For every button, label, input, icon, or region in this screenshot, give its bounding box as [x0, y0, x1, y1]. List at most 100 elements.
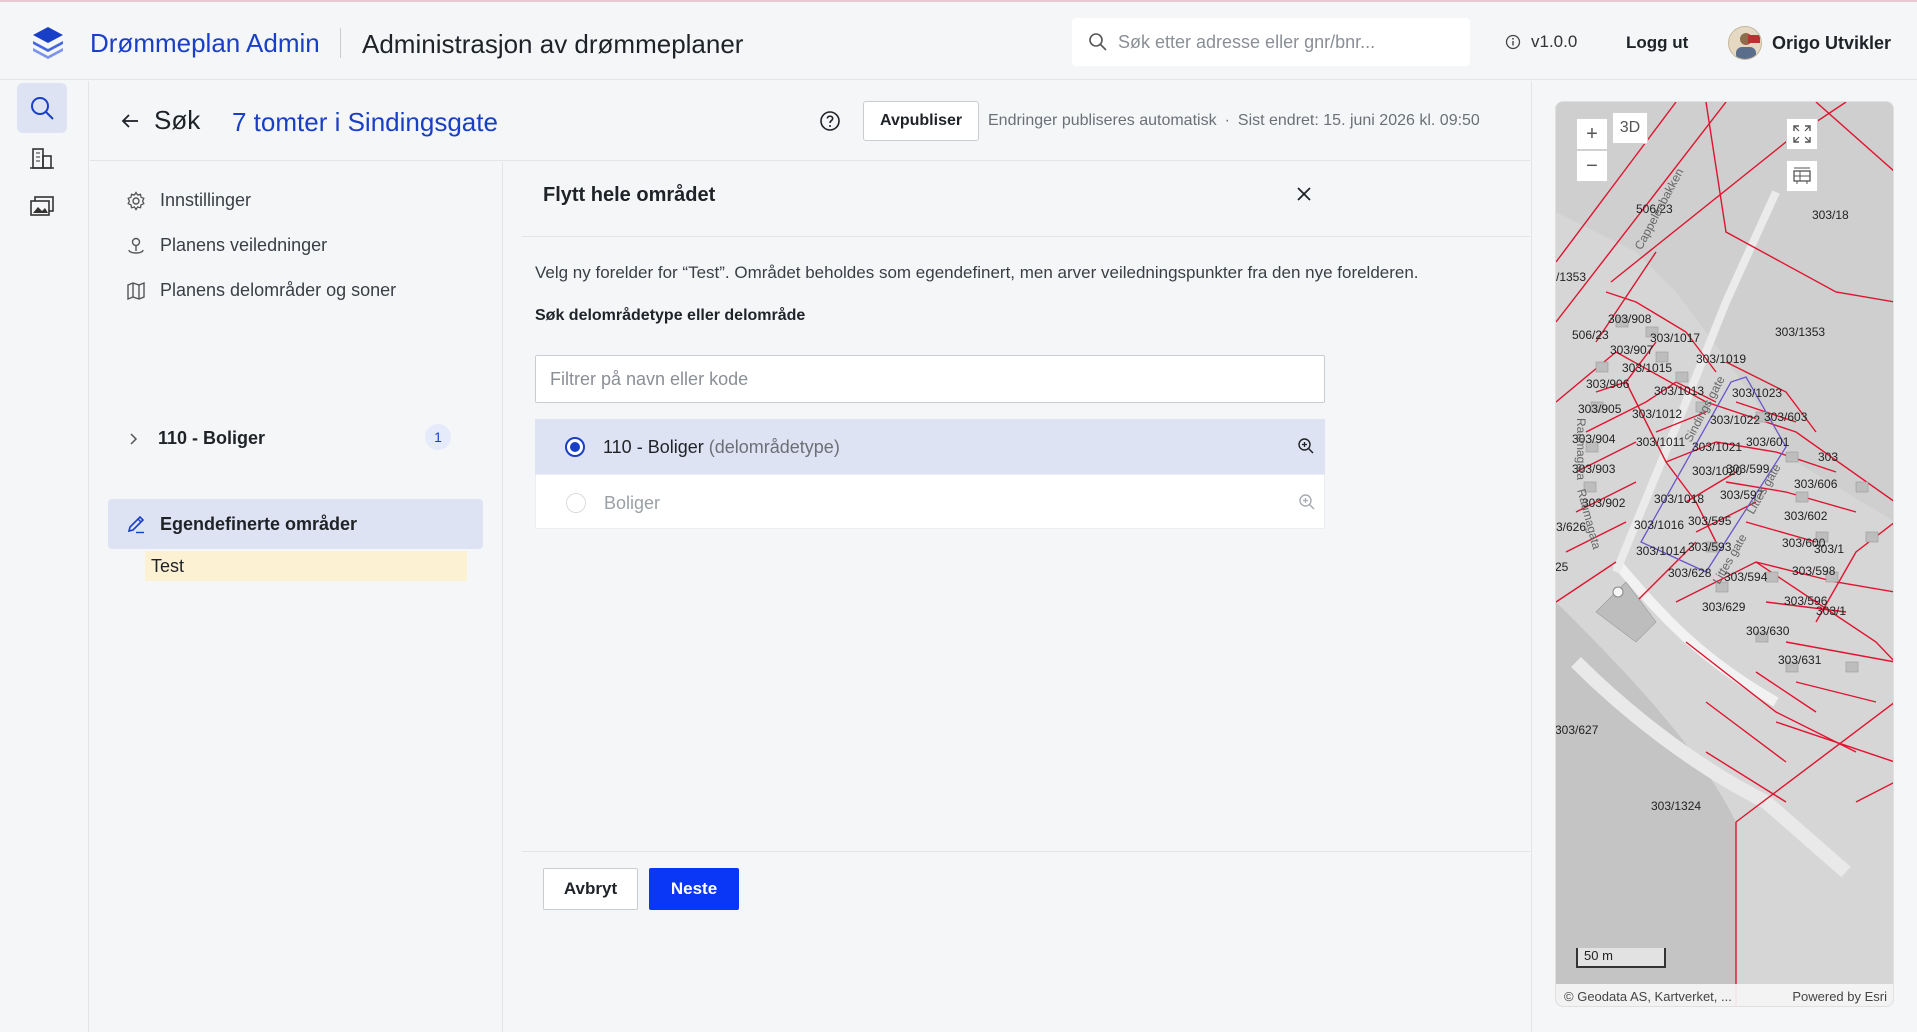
plot-label: 303/907 — [1610, 343, 1654, 357]
plan-navigation: Innstillinger Planens veiledninger Plane… — [90, 162, 503, 1032]
plot-label: 303/1018 — [1654, 492, 1705, 506]
plot-label: 303/631 — [1778, 653, 1822, 667]
plot-label: 303/629 — [1702, 600, 1746, 614]
search-icon — [31, 97, 54, 120]
plot-label: 303/1023 — [1732, 386, 1783, 400]
rail-images-button[interactable] — [17, 182, 67, 232]
layers-logo-icon[interactable] — [30, 24, 66, 60]
plot-label: 303/1021 — [1692, 440, 1743, 454]
zoom-in-button[interactable]: + — [1576, 118, 1608, 150]
nav-item-subareas[interactable]: Planens delområder og soner — [126, 280, 396, 301]
logout-button[interactable]: Logg ut — [1626, 33, 1688, 53]
plot-label: 303/598 — [1792, 564, 1836, 578]
cancel-button[interactable]: Avbryt — [543, 868, 638, 910]
plot-label: 303/628 — [1668, 566, 1712, 580]
street-label: Raumagata — [1574, 417, 1589, 481]
panel-title: Flytt hele området — [543, 184, 716, 206]
map-view[interactable]: + − 3D 506/23 303/18/1353 303/908 303/1017 5… — [1555, 101, 1894, 1007]
user-menu[interactable]: Origo Utvikler — [1728, 26, 1891, 60]
brand-name[interactable]: Drømmeplan Admin — [90, 28, 320, 59]
rail-buildings-button[interactable] — [17, 133, 67, 183]
pencil-icon — [127, 515, 145, 534]
plot-label: 303 — [1818, 450, 1839, 464]
plot-label: 303/606 — [1794, 477, 1838, 491]
address-search[interactable] — [1072, 18, 1470, 66]
plot-label: 303/602 — [1784, 509, 1828, 523]
plot-label: 303/630 — [1746, 624, 1790, 638]
plot-label: 3/626 — [1556, 520, 1587, 534]
close-icon[interactable] — [1294, 184, 1314, 204]
nav-item-guidance[interactable]: Planens veiledninger — [126, 235, 327, 256]
pin-icon — [128, 237, 144, 254]
map-attribution: © Geodata AS, Kartverket, ... Powered by… — [1556, 984, 1893, 1006]
plot-label: 303/1014 — [1636, 544, 1687, 558]
nav-item-settings[interactable]: Innstillinger — [126, 190, 251, 211]
option-row[interactable]: 110 - Boliger (delområdetype) — [535, 419, 1325, 474]
option-suffix: (delområdetype) — [708, 437, 840, 457]
version-label: v1.0.0 — [1531, 32, 1578, 51]
map-icon — [127, 281, 145, 300]
plot-label: 303/1324 — [1651, 799, 1702, 813]
plot-label: 303/906 — [1586, 377, 1630, 391]
count-badge: 1 — [425, 424, 451, 450]
plot-label: 303/1 — [1814, 542, 1845, 556]
rail-search-button[interactable] — [17, 83, 67, 133]
icon-rail — [0, 81, 89, 1032]
nav-item-custom-areas[interactable]: Egendefinerte områder — [108, 499, 483, 549]
tree-item-label: 110 - Boliger — [158, 428, 266, 448]
map-column: + − 3D 506/23 303/18/1353 303/908 303/1017 5… — [1531, 81, 1917, 1032]
plot-label: 303/1012 — [1632, 407, 1683, 421]
plot-label: 303/603 — [1764, 410, 1808, 424]
footer-divider — [522, 851, 1530, 852]
plot-label: 303/1017 — [1650, 331, 1701, 345]
radio-selected[interactable] — [565, 437, 585, 457]
plot-label: 303/18 — [1812, 208, 1849, 222]
zoom-out-button[interactable]: − — [1576, 150, 1608, 182]
nav-active-label: Egendefinerte områder — [160, 513, 358, 534]
user-name: Origo Utvikler — [1772, 32, 1892, 53]
page-title: 7 tomter i Sindingsgate — [232, 107, 498, 137]
expand-icon — [1793, 125, 1811, 143]
nav-tree-item-boliger[interactable]: 110 - Boliger — [126, 428, 398, 449]
chevron-right-icon[interactable] — [126, 431, 142, 447]
next-button[interactable]: Neste — [649, 868, 739, 910]
toggle-3d-button[interactable]: 3D — [1612, 112, 1648, 144]
fullscreen-button[interactable] — [1786, 118, 1818, 150]
powered-by: Powered by Esri — [1792, 988, 1887, 1004]
plot-label: 303/1019 — [1696, 352, 1747, 366]
header-divider — [340, 28, 341, 58]
back-button[interactable]: Søk — [120, 105, 200, 136]
option-name: 110 - Boliger — [603, 437, 704, 457]
nav-subitem-test[interactable]: Test — [145, 551, 467, 581]
zoom-in-icon[interactable] — [1297, 437, 1315, 455]
back-label: Søk — [154, 105, 201, 135]
plot-label: 303/1011 — [1636, 435, 1686, 449]
filter-field[interactable] — [535, 355, 1325, 403]
filter-input[interactable] — [536, 356, 1324, 402]
app-title: Administrasjon av drømmeplaner — [362, 29, 744, 59]
move-area-panel: Flytt hele området Velg ny forelder for … — [522, 162, 1530, 1032]
basemap-toggle-button[interactable] — [1786, 160, 1818, 192]
top-header: Drømmeplan Admin Administrasjon av drømm… — [0, 0, 1917, 80]
scale-bar: 50 m — [1576, 948, 1666, 968]
plot-label: 303/908 — [1608, 312, 1652, 326]
plot-label: 303/1020 — [1692, 464, 1743, 478]
publish-status: Endringer publiseres automatisk · Sist end… — [988, 112, 1480, 130]
option-label: 110 - Boliger (delområdetype) — [603, 437, 840, 458]
zoom-in-icon[interactable] — [1298, 493, 1316, 511]
plot-label: 25 — [1555, 560, 1569, 574]
version-info[interactable]: v1.0.0 — [1505, 32, 1577, 52]
search-icon — [1089, 33, 1107, 51]
option-row[interactable]: Boliger — [535, 474, 1325, 529]
radio-unselected[interactable] — [566, 493, 586, 513]
plot-label: 303/1353 — [1775, 325, 1826, 339]
nav-label: Planens delområder og soner — [160, 280, 397, 300]
plot-label: 303/601 — [1746, 435, 1790, 449]
plot-label: 506/23 — [1572, 328, 1609, 342]
unpublish-button[interactable]: Avpubliser — [863, 101, 980, 141]
address-search-input[interactable] — [1118, 26, 1458, 58]
separator-dot: · — [1224, 112, 1230, 129]
plot-label: 303/1015 — [1622, 361, 1673, 375]
images-icon — [30, 196, 54, 216]
help-icon[interactable] — [818, 109, 842, 133]
